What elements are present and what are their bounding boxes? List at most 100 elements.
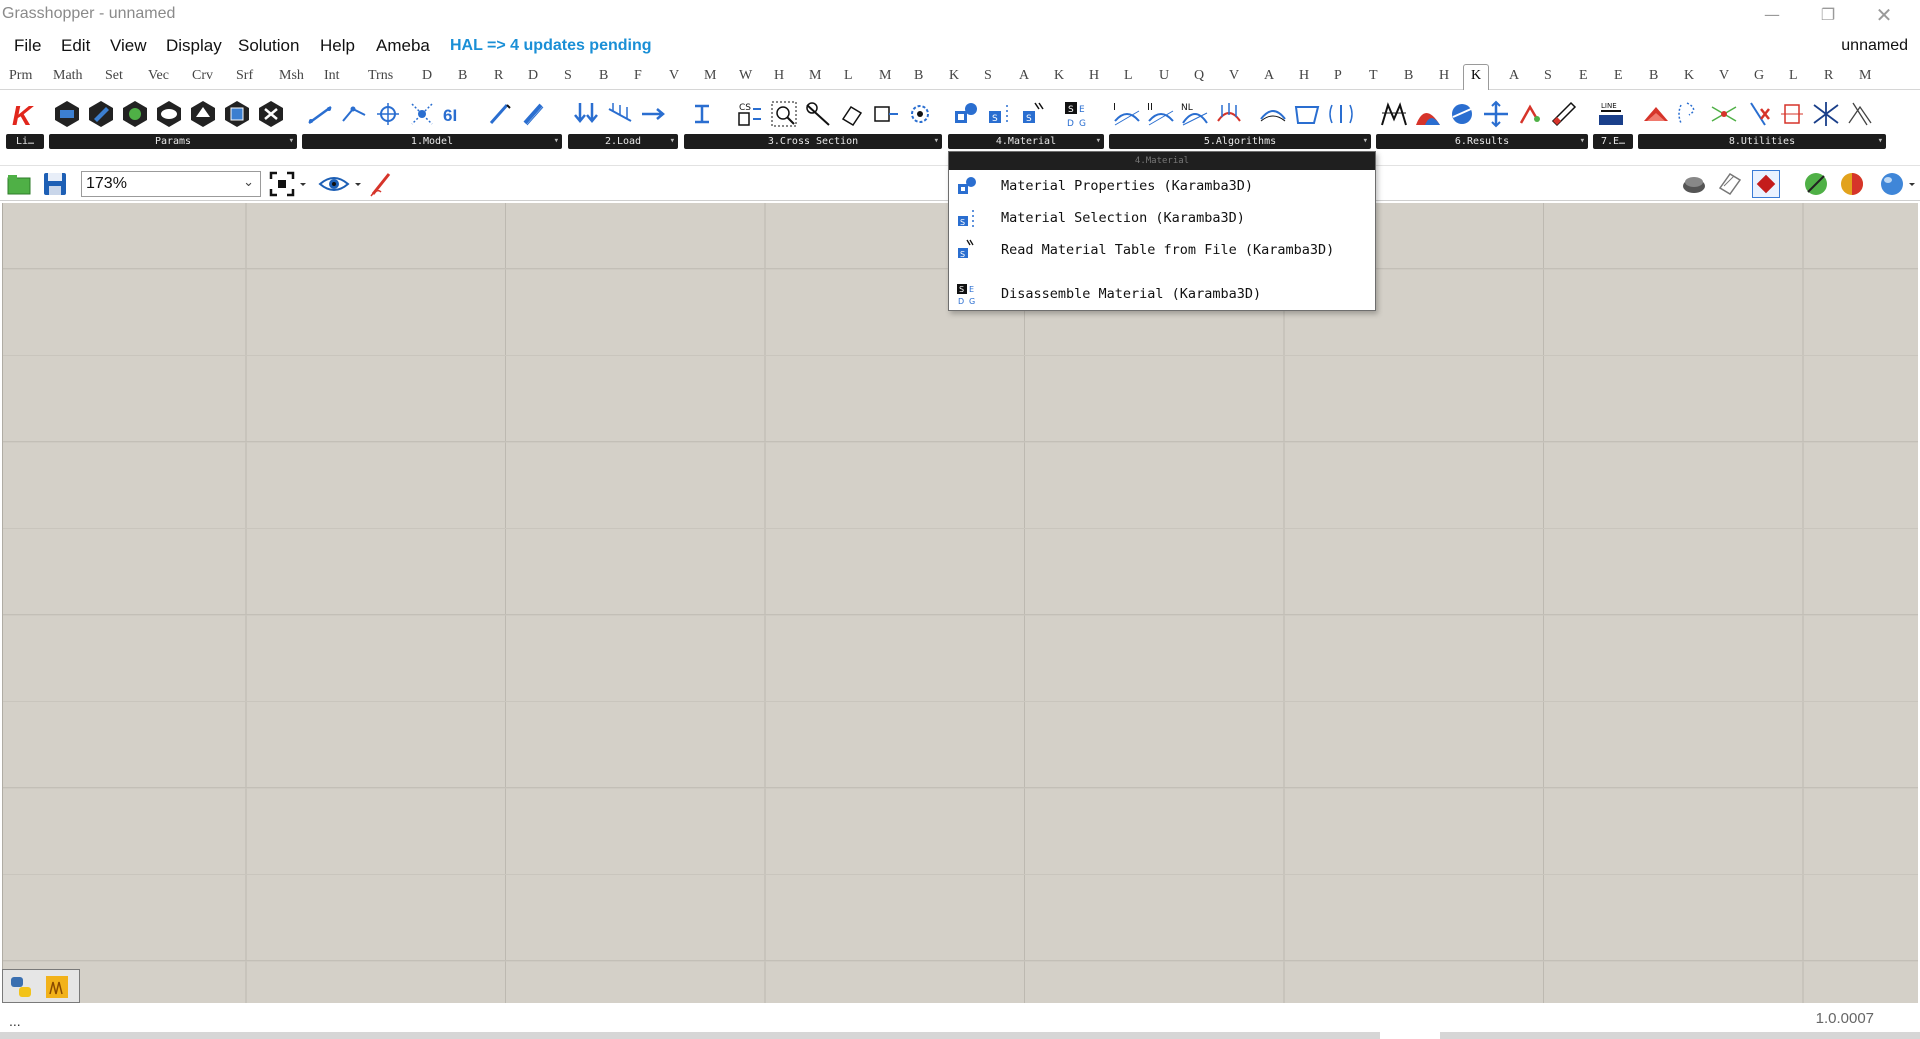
tab-d[interactable]: D bbox=[422, 68, 432, 84]
dropdown-item-read-material-table[interactable]: S Read Material Table from File (Karamba… bbox=[949, 236, 1375, 264]
nodal-displacements-icon[interactable] bbox=[1481, 99, 1511, 129]
param-model-icon[interactable] bbox=[154, 99, 184, 129]
tab-h[interactable]: H bbox=[1299, 68, 1309, 84]
mesh-breps-icon[interactable] bbox=[1641, 99, 1671, 129]
tab-a[interactable]: A bbox=[1019, 68, 1029, 84]
save-file-icon[interactable] bbox=[41, 170, 69, 198]
tab-a[interactable]: A bbox=[1509, 68, 1519, 84]
cross-section-selector-icon[interactable] bbox=[769, 99, 799, 129]
tab-s[interactable]: S bbox=[1544, 68, 1552, 84]
tab-k-karamba-active[interactable]: K bbox=[1463, 64, 1490, 90]
prescribed-displacement-icon[interactable] bbox=[639, 99, 669, 129]
render-settings-icon[interactable] bbox=[1878, 170, 1906, 198]
natural-vibrations-icon[interactable] bbox=[1326, 99, 1356, 129]
eigen-modes-icon[interactable] bbox=[1258, 99, 1288, 129]
open-file-icon[interactable] bbox=[5, 170, 33, 198]
modify-model-icon[interactable] bbox=[519, 99, 549, 129]
panel-expand-icon[interactable]: ▾ bbox=[670, 134, 675, 149]
support-icon[interactable]: 6I bbox=[441, 99, 471, 129]
tab-h[interactable]: H bbox=[774, 68, 784, 84]
dropdown-item-material-selection[interactable]: S Material Selection (Karamba3D) bbox=[949, 204, 1375, 232]
zoom-level-select[interactable]: 173% ⌄ bbox=[81, 171, 261, 197]
tab-h[interactable]: H bbox=[1089, 68, 1099, 84]
large-deformation-icon[interactable] bbox=[1214, 99, 1244, 129]
zoom-extents-icon[interactable] bbox=[268, 170, 296, 198]
tab-f[interactable]: F bbox=[634, 68, 642, 84]
preview-shaded-icon[interactable] bbox=[1680, 170, 1708, 198]
tab-w[interactable]: W bbox=[739, 68, 752, 84]
tab-r[interactable]: R bbox=[1824, 68, 1833, 84]
material-preview-icon[interactable] bbox=[1838, 170, 1866, 198]
beam-view-icon[interactable] bbox=[1447, 99, 1477, 129]
tab-srf[interactable]: Srf bbox=[236, 68, 253, 84]
disassemble-material-icon[interactable]: SEDG bbox=[1063, 99, 1093, 129]
param-material-icon[interactable] bbox=[256, 99, 286, 129]
get-cells-icon[interactable] bbox=[1811, 99, 1841, 129]
param-load-icon[interactable] bbox=[120, 99, 150, 129]
menu-file[interactable]: File bbox=[14, 36, 41, 56]
tab-prm[interactable]: Prm bbox=[9, 68, 32, 84]
tab-k[interactable]: K bbox=[1054, 68, 1064, 84]
panel-expand-icon[interactable]: ▾ bbox=[1878, 134, 1883, 149]
tab-m[interactable]: M bbox=[1859, 68, 1871, 84]
tab-s[interactable]: S bbox=[984, 68, 992, 84]
tab-int[interactable]: Int bbox=[324, 68, 340, 84]
tab-set[interactable]: Set bbox=[105, 68, 123, 84]
assemble-model-icon[interactable] bbox=[373, 99, 403, 129]
restore-icon[interactable]: ❐ bbox=[1800, 0, 1856, 29]
tab-l[interactable]: L bbox=[1789, 68, 1798, 84]
tab-b[interactable]: B bbox=[914, 68, 923, 84]
tab-e[interactable]: E bbox=[1579, 68, 1588, 84]
tab-m[interactable]: M bbox=[704, 68, 716, 84]
disassemble-cross-section-icon[interactable] bbox=[837, 99, 867, 129]
menu-ameba[interactable]: Ameba bbox=[376, 36, 430, 56]
tab-p[interactable]: P bbox=[1334, 68, 1342, 84]
tab-u[interactable]: U bbox=[1159, 68, 1169, 84]
utilization-icon[interactable] bbox=[1549, 99, 1579, 129]
buckling-modes-icon[interactable] bbox=[1292, 99, 1322, 129]
menu-edit[interactable]: Edit bbox=[61, 36, 90, 56]
shell-view-icon[interactable] bbox=[1413, 99, 1443, 129]
menu-help[interactable]: Help bbox=[320, 36, 355, 56]
tab-l[interactable]: L bbox=[1124, 68, 1133, 84]
chevron-down-icon[interactable] bbox=[352, 170, 364, 198]
menu-view[interactable]: View bbox=[110, 36, 147, 56]
tab-q[interactable]: Q bbox=[1194, 68, 1204, 84]
read-material-table-icon[interactable]: S bbox=[1019, 99, 1049, 129]
mesh-to-shell-icon[interactable] bbox=[339, 99, 369, 129]
model-view-icon[interactable] bbox=[1379, 99, 1409, 129]
modify-element-icon[interactable] bbox=[485, 99, 515, 129]
tab-v[interactable]: V bbox=[669, 68, 679, 84]
tab-crv[interactable]: Crv bbox=[192, 68, 213, 84]
horizontal-scrollbar[interactable] bbox=[0, 1032, 1380, 1039]
dropdown-item-disassemble-material[interactable]: SEDG Disassemble Material (Karamba3D) bbox=[949, 280, 1375, 308]
tab-trns[interactable]: Trns bbox=[368, 68, 393, 84]
tab-m[interactable]: M bbox=[809, 68, 821, 84]
sketch-pen-icon[interactable] bbox=[367, 170, 395, 198]
tab-k[interactable]: K bbox=[1684, 68, 1694, 84]
export-icon[interactable]: LINE bbox=[1596, 99, 1626, 129]
tab-l[interactable]: L bbox=[844, 68, 853, 84]
panel-expand-icon[interactable]: ▾ bbox=[1096, 134, 1101, 149]
tab-b[interactable]: B bbox=[1649, 68, 1658, 84]
tab-s[interactable]: S bbox=[564, 68, 572, 84]
tab-math[interactable]: Math bbox=[53, 68, 83, 84]
tab-e[interactable]: E bbox=[1614, 68, 1623, 84]
material-selection-icon[interactable]: S bbox=[985, 99, 1015, 129]
analyze-thii-icon[interactable]: II bbox=[1146, 99, 1176, 129]
preview-eye-icon[interactable] bbox=[318, 170, 350, 198]
cross-section-matcher-icon[interactable] bbox=[803, 99, 833, 129]
plugin-widget-icon[interactable] bbox=[44, 974, 70, 1000]
detect-collisions-icon[interactable] bbox=[1777, 99, 1807, 129]
line-to-beam-icon[interactable] bbox=[305, 99, 335, 129]
chevron-down-icon[interactable] bbox=[1906, 170, 1918, 198]
cross-section-range-icon[interactable]: CS bbox=[735, 99, 765, 129]
line-line-intersection-icon[interactable] bbox=[1709, 99, 1739, 129]
panel-expand-icon[interactable]: ▾ bbox=[934, 134, 939, 149]
panel-expand-icon[interactable]: ▾ bbox=[554, 134, 559, 149]
hal-updates-link[interactable]: HAL => 4 updates pending bbox=[450, 37, 652, 55]
cross-section-icon[interactable] bbox=[687, 99, 717, 129]
tab-b[interactable]: B bbox=[458, 68, 467, 84]
preview-wireframe-icon[interactable] bbox=[1716, 170, 1744, 198]
nearest-neighbor-icon[interactable] bbox=[1675, 99, 1705, 129]
